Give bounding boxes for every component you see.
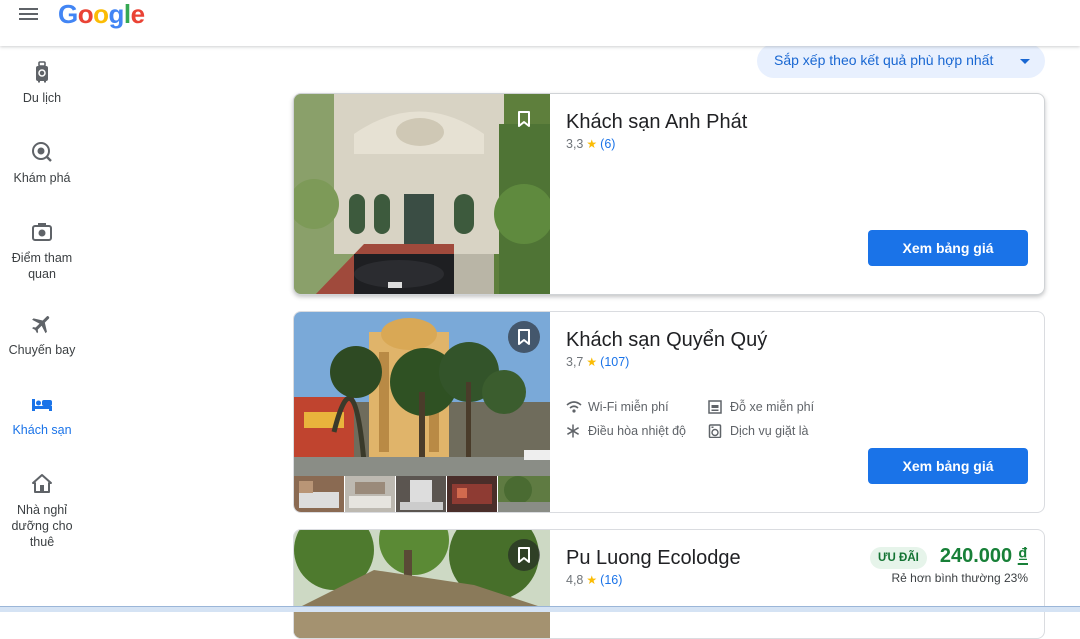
nav-label: Điểm tham quan	[11, 251, 73, 281]
parking-icon	[708, 400, 722, 414]
hotel-photo[interactable]	[294, 312, 550, 476]
airplane-icon	[32, 316, 50, 334]
amenity-label: Đỗ xe miễn phí	[730, 400, 815, 414]
photo-thumbnail[interactable]	[294, 476, 345, 512]
nav-label: Khám phá	[13, 171, 71, 185]
review-count[interactable]: (107)	[600, 355, 629, 369]
view-prices-button[interactable]: Xem bảng giá	[868, 230, 1028, 266]
nav-label: Khách sạn	[12, 423, 72, 437]
top-app-bar: Google	[0, 0, 1080, 46]
nav-item-travel[interactable]: Du lịch	[0, 60, 84, 106]
deal-badge: ƯU ĐÃI	[870, 547, 927, 569]
save-bookmark-button[interactable]	[508, 103, 540, 135]
bookmark-icon	[518, 111, 530, 127]
sort-dropdown[interactable]: Sắp xếp theo kết quả phù hợp nhất	[757, 44, 1045, 78]
luggage-icon	[36, 61, 48, 83]
star-icon: ★	[586, 137, 598, 151]
photo-thumbnail[interactable]	[396, 476, 447, 512]
amenity-wifi: Wi-Fi miễn phí	[566, 400, 669, 414]
price-value: 240.000	[939, 545, 1013, 567]
amenity-label: Điều hòa nhiệt độ	[588, 424, 686, 438]
hotel-card[interactable]: Khách sạn Anh Phát 3,3 ★ (6) Xem bảng giá	[293, 93, 1045, 295]
house-icon	[32, 474, 52, 493]
photo-thumbnail[interactable]	[498, 476, 550, 512]
hotel-rating: 3,3 ★ (6)	[566, 137, 615, 151]
bookmark-icon	[518, 329, 530, 345]
google-logo[interactable]: Google	[58, 0, 145, 30]
amenity-laundry: Dịch vụ giặt là	[708, 424, 809, 438]
nav-item-attractions[interactable]: Điểm tham quan	[0, 220, 84, 282]
nav-item-explore[interactable]: Khám phá	[0, 140, 84, 186]
photo-thumbnail[interactable]	[447, 476, 498, 512]
hotel-card[interactable]: Pu Luong Ecolodge 4,8 ★ (16) ƯU ĐÃI 240.00…	[293, 529, 1045, 639]
amenity-air-conditioning: Điều hòa nhiệt độ	[566, 424, 686, 438]
star-icon: ★	[586, 573, 598, 587]
hotel-name[interactable]: Pu Luong Ecolodge	[566, 547, 741, 570]
nav-item-flights[interactable]: Chuyến bay	[0, 312, 84, 358]
camera-icon	[32, 223, 52, 241]
amenity-label: Wi-Fi miễn phí	[588, 400, 669, 414]
review-count[interactable]: (6)	[600, 137, 615, 151]
bookmark-icon	[518, 547, 530, 563]
hotel-photo[interactable]	[294, 530, 550, 638]
hotel-rating: 3,7 ★ (107)	[566, 355, 629, 369]
hotel-card[interactable]: Khách sạn Quyển Quý 3,7 ★ (107) Wi-Fi miễn…	[293, 311, 1045, 513]
hotel-bed-icon	[32, 399, 52, 411]
laundry-icon	[708, 424, 722, 438]
nav-item-vacation-rentals[interactable]: Nhà nghỉ dưỡng cho thuê	[0, 472, 84, 550]
hotel-photo[interactable]	[294, 94, 550, 294]
deal-price[interactable]: 240.000 ₫	[940, 545, 1028, 568]
snowflake-icon	[567, 424, 579, 438]
hotel-name[interactable]: Khách sạn Anh Phát	[566, 111, 747, 134]
rating-value: 3,3	[566, 137, 584, 151]
hamburger-icon[interactable]	[19, 5, 41, 23]
hotel-rating: 4,8 ★ (16)	[566, 573, 622, 587]
wifi-icon	[566, 401, 582, 413]
save-bookmark-button[interactable]	[508, 539, 540, 571]
dropdown-arrow-icon	[1020, 59, 1030, 64]
photo-thumbnail-strip	[294, 476, 550, 512]
amenity-label: Dịch vụ giặt là	[730, 424, 809, 438]
rating-value: 4,8	[566, 573, 584, 587]
nav-item-hotels[interactable]: Khách sạn	[0, 392, 84, 438]
nav-label: Nhà nghỉ dưỡng cho thuê	[11, 503, 73, 549]
explore-icon	[32, 142, 52, 162]
deal-note: Rẻ hơn bình thường 23%	[891, 571, 1028, 585]
nav-label: Chuyến bay	[8, 343, 76, 357]
amenity-parking: Đỗ xe miễn phí	[708, 400, 814, 414]
currency-symbol: ₫	[1017, 545, 1028, 567]
sort-label: Sắp xếp theo kết quả phù hợp nhất	[774, 52, 994, 68]
view-prices-button[interactable]: Xem bảng giá	[868, 448, 1028, 484]
rating-value: 3,7	[566, 355, 584, 369]
review-count[interactable]: (16)	[600, 573, 622, 587]
save-bookmark-button[interactable]	[508, 321, 540, 353]
star-icon: ★	[586, 355, 598, 369]
nav-label: Du lịch	[22, 91, 62, 105]
os-taskbar	[0, 606, 1080, 612]
hotel-name[interactable]: Khách sạn Quyển Quý	[566, 329, 767, 352]
photo-thumbnail[interactable]	[345, 476, 396, 512]
